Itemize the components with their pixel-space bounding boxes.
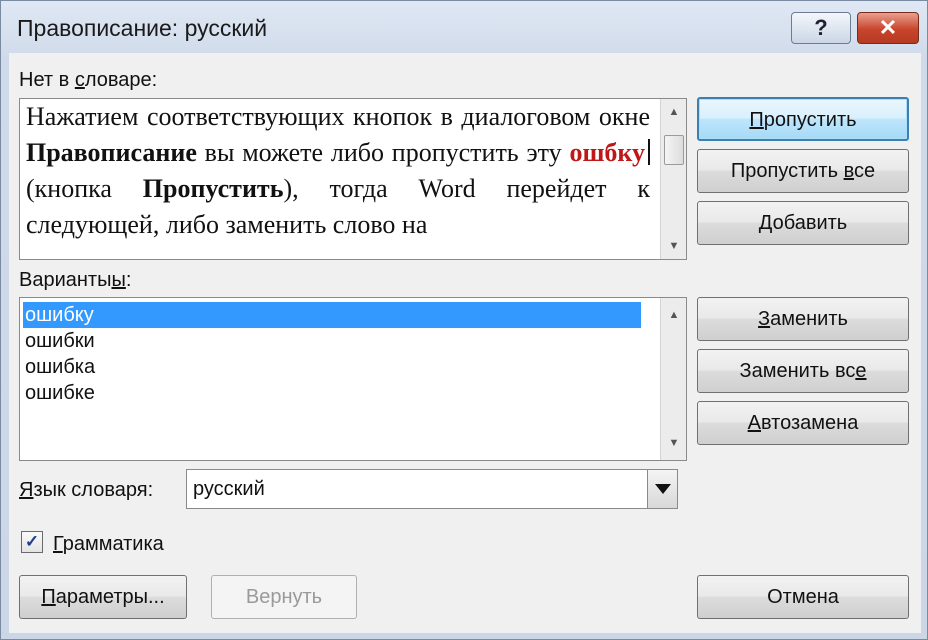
window-title: Правописание: русский (17, 15, 268, 41)
close-icon: ✕ (878, 15, 898, 40)
autocorrect-button[interactable]: Автозамена (697, 401, 909, 445)
dropdown-button[interactable] (647, 470, 677, 508)
dictionary-language-select[interactable]: русский (186, 469, 678, 509)
help-icon: ? (814, 15, 828, 40)
undo-button[interactable]: Вернуть (211, 575, 357, 619)
suggestions-label: Вариантыы: (19, 269, 132, 291)
cancel-button[interactable]: Отмена (697, 575, 909, 619)
close-button[interactable]: ✕ (857, 12, 919, 44)
grammar-label[interactable]: Грамматика (53, 533, 164, 556)
suggestion-item[interactable]: ошибка (23, 354, 641, 380)
textbox-scrollbar[interactable]: ▲ ▼ (660, 99, 686, 259)
scroll-thumb[interactable] (664, 135, 684, 165)
replace-button[interactable]: Заменить (697, 297, 909, 341)
suggestion-item[interactable]: ошибке (23, 380, 641, 406)
chevron-down-icon (654, 484, 671, 494)
spelling-dialog: Правописание: русский ? ✕ Нет в словаре:… (0, 0, 928, 640)
bold-term: Правописание (26, 138, 197, 167)
not-in-dictionary-textbox[interactable]: Нажатием соответствующих кнопок в диалог… (19, 98, 687, 260)
dictionary-language-value: русский (193, 478, 265, 500)
dictionary-language-label: Язык словаря: (19, 479, 154, 501)
sentence-text: Нажатием соответствующих кнопок в диалог… (26, 102, 650, 239)
grammar-checkbox[interactable]: ✓ (21, 531, 43, 553)
scroll-up-arrow-icon[interactable]: ▲ (661, 304, 686, 326)
misspelled-word: ошбку (569, 138, 645, 167)
replace-all-button[interactable]: Заменить все (697, 349, 909, 393)
suggestion-item[interactable]: ошибки (23, 328, 641, 354)
skip-all-button[interactable]: Пропустить все (697, 149, 909, 193)
not-in-dictionary-label: Нет в словаре: (19, 69, 158, 91)
suggestion-item[interactable]: ошибку (23, 302, 641, 328)
scroll-down-arrow-icon[interactable]: ▼ (661, 432, 686, 454)
add-button[interactable]: Добавить (697, 201, 909, 245)
scroll-up-arrow-icon[interactable]: ▲ (661, 101, 686, 123)
text-caret (648, 139, 650, 165)
help-button[interactable]: ? (791, 12, 851, 44)
checkmark-icon: ✓ (24, 532, 40, 551)
title-bar[interactable]: Правописание: русский ? ✕ (1, 1, 927, 53)
suggestions-list[interactable]: ошибку ошибки ошибка ошибке ▲ ▼ (19, 297, 687, 461)
scroll-down-arrow-icon[interactable]: ▼ (661, 235, 686, 257)
suggestions-scrollbar[interactable]: ▲ ▼ (660, 298, 686, 460)
dialog-body: Нет в словаре: Нажатием соответствующих … (9, 53, 921, 633)
skip-button[interactable]: Пропустить (697, 97, 909, 141)
options-button[interactable]: Параметры... (19, 575, 187, 619)
